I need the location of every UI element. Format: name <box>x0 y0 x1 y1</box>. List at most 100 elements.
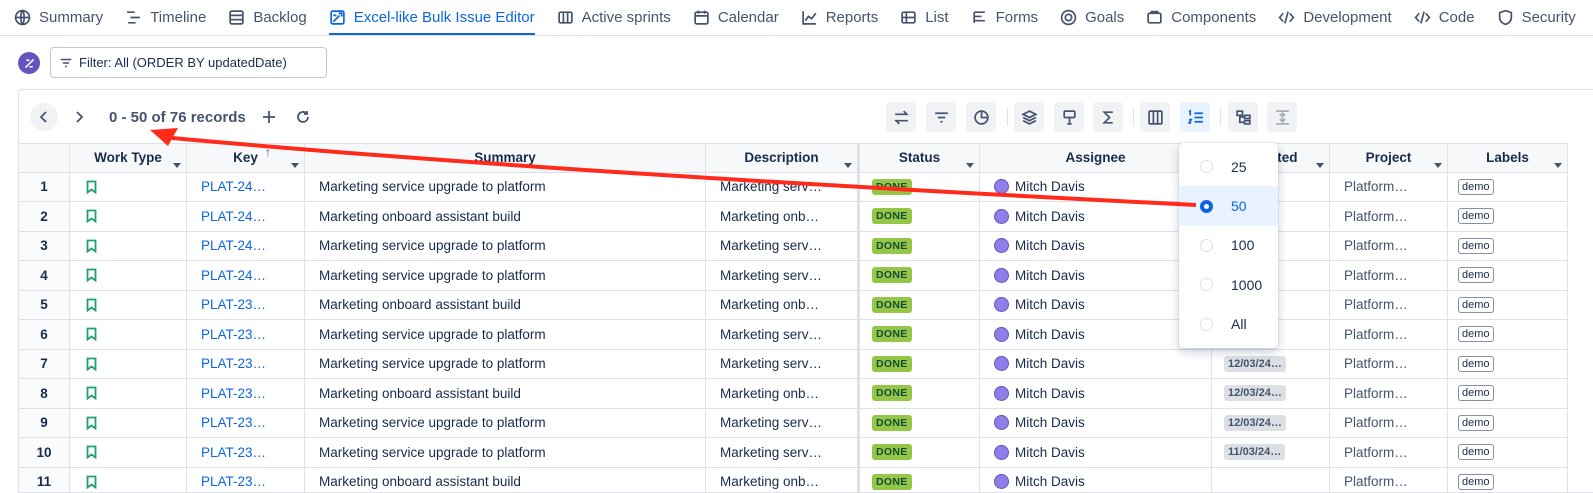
status-cell[interactable]: DONE <box>860 231 980 261</box>
issue-key-link[interactable]: PLAT-23… <box>187 408 305 438</box>
table-row[interactable]: 7 PLAT-23… Marketing service upgrade to pl… <box>19 349 1593 379</box>
status-cell[interactable]: DONE <box>860 320 980 350</box>
summary-cell[interactable]: Marketing onboard assistant build <box>305 290 706 320</box>
table-row[interactable]: 2 PLAT-24… Marketing onboard assistant bui… <box>19 202 1593 232</box>
summary-cell[interactable]: Marketing service upgrade to platform <box>305 438 706 468</box>
nav-code[interactable]: Code <box>1414 0 1475 35</box>
description-cell[interactable]: Marketing serv… <box>706 438 860 468</box>
labels-cell[interactable]: demo <box>1448 290 1568 320</box>
work-type-cell[interactable] <box>70 467 187 492</box>
radio-button[interactable] <box>1200 317 1213 331</box>
swap-button[interactable] <box>886 102 916 132</box>
description-cell[interactable]: Marketing serv… <box>706 320 860 350</box>
table-row[interactable]: 6 PLAT-23… Marketing service upgrade to pl… <box>19 320 1593 350</box>
table-row[interactable]: 1 PLAT-24… Marketing service upgrade to pl… <box>19 172 1593 202</box>
project-cell[interactable]: Platform… <box>1330 379 1448 409</box>
assignee-cell[interactable]: Mitch Davis <box>980 172 1212 202</box>
updated-cell[interactable]: 12/03/24… <box>1212 349 1330 379</box>
project-cell[interactable]: Platform… <box>1330 202 1448 232</box>
work-type-cell[interactable] <box>70 408 187 438</box>
work-type-cell[interactable] <box>70 290 187 320</box>
hierarchy-button[interactable] <box>1228 102 1258 132</box>
nav-development[interactable]: Development <box>1278 0 1392 35</box>
nav-timeline[interactable]: Timeline <box>125 0 206 35</box>
add-issue-button[interactable] <box>255 103 283 131</box>
prev-page-button[interactable] <box>30 103 58 131</box>
updated-cell[interactable]: 12/03/24… <box>1212 408 1330 438</box>
status-cell[interactable]: DONE <box>860 467 980 492</box>
nav-security[interactable]: Security <box>1497 0 1576 35</box>
labels-cell[interactable]: demo <box>1448 467 1568 492</box>
status-cell[interactable]: DONE <box>860 379 980 409</box>
nav-summary[interactable]: Summary <box>14 0 103 35</box>
description-cell[interactable]: Marketing serv… <box>706 408 860 438</box>
assignee-cell[interactable]: Mitch Davis <box>980 379 1212 409</box>
labels-cell[interactable]: demo <box>1448 202 1568 232</box>
table-row[interactable]: 3 PLAT-24… Marketing service upgrade to pl… <box>19 231 1593 261</box>
labels-cell[interactable]: demo <box>1448 172 1568 202</box>
filter-button[interactable] <box>926 102 956 132</box>
status-cell[interactable]: DONE <box>860 438 980 468</box>
issue-key-link[interactable]: PLAT-24… <box>187 261 305 291</box>
project-cell[interactable]: Platform… <box>1330 467 1448 492</box>
sort-ascending-icon[interactable]: ↑ <box>265 145 271 159</box>
description-cell[interactable]: Marketing serv… <box>706 172 860 202</box>
work-type-cell[interactable] <box>70 349 187 379</box>
project-cell[interactable]: Platform… <box>1330 290 1448 320</box>
nav-active-sprints[interactable]: Active sprints <box>557 0 671 35</box>
assignee-cell[interactable]: Mitch Davis <box>980 261 1212 291</box>
table-row[interactable]: 9 PLAT-23… Marketing service upgrade to pl… <box>19 408 1593 438</box>
page-size-option-1000[interactable]: 1000 <box>1179 265 1278 304</box>
description-cell[interactable]: Marketing onb… <box>706 467 860 492</box>
chevron-down-icon[interactable] <box>844 162 852 168</box>
table-row[interactable]: 11 PLAT-23… Marketing onboard assistant bu… <box>19 467 1593 492</box>
issue-key-link[interactable]: PLAT-24… <box>187 202 305 232</box>
next-page-button[interactable] <box>65 103 93 131</box>
radio-button[interactable] <box>1200 160 1213 174</box>
radio-button[interactable] <box>1200 199 1213 213</box>
status-cell[interactable]: DONE <box>860 172 980 202</box>
project-cell[interactable]: Platform… <box>1330 172 1448 202</box>
chart-button[interactable] <box>966 102 996 132</box>
work-type-cell[interactable] <box>70 261 187 291</box>
column-header-status[interactable]: Status <box>860 143 980 173</box>
column-header-key[interactable]: Key <box>187 143 305 173</box>
assignee-cell[interactable]: Mitch Davis <box>980 202 1212 232</box>
chevron-down-icon[interactable] <box>1316 162 1324 168</box>
page-size-option-all[interactable]: All <box>1179 305 1278 344</box>
summary-cell[interactable]: Marketing service upgrade to platform <box>305 261 706 291</box>
project-cell[interactable]: Platform… <box>1330 261 1448 291</box>
assignee-cell[interactable]: Mitch Davis <box>980 320 1212 350</box>
status-cell[interactable]: DONE <box>860 261 980 291</box>
description-cell[interactable]: Marketing serv… <box>706 231 860 261</box>
description-cell[interactable]: Marketing onb… <box>706 202 860 232</box>
table-row[interactable]: 10 PLAT-23… Marketing service upgrade to p… <box>19 438 1593 468</box>
work-type-cell[interactable] <box>70 320 187 350</box>
chevron-down-icon[interactable] <box>966 162 974 168</box>
nav-backlog[interactable]: Backlog <box>228 0 307 35</box>
issue-key-link[interactable]: PLAT-23… <box>187 320 305 350</box>
description-cell[interactable]: Marketing onb… <box>706 290 860 320</box>
nav-reports[interactable]: Reports <box>801 0 878 35</box>
summary-cell[interactable]: Marketing onboard assistant build <box>305 202 706 232</box>
summary-cell[interactable]: Marketing service upgrade to platform <box>305 349 706 379</box>
page-size-button[interactable] <box>1180 102 1210 132</box>
status-cell[interactable]: DONE <box>860 202 980 232</box>
layers-button[interactable] <box>1014 102 1044 132</box>
labels-cell[interactable]: demo <box>1448 408 1568 438</box>
labels-cell[interactable]: demo <box>1448 320 1568 350</box>
issue-key-link[interactable]: PLAT-23… <box>187 349 305 379</box>
labels-cell[interactable]: demo <box>1448 438 1568 468</box>
status-cell[interactable]: DONE <box>860 408 980 438</box>
assignee-cell[interactable]: Mitch Davis <box>980 467 1212 492</box>
assignee-cell[interactable]: Mitch Davis <box>980 231 1212 261</box>
description-cell[interactable]: Marketing serv… <box>706 261 860 291</box>
column-header-description[interactable]: Description <box>706 143 860 173</box>
project-cell[interactable]: Platform… <box>1330 349 1448 379</box>
issue-key-link[interactable]: PLAT-24… <box>187 231 305 261</box>
format-painter-button[interactable] <box>1054 102 1084 132</box>
table-row[interactable]: 5 PLAT-23… Marketing onboard assistant bui… <box>19 290 1593 320</box>
chevron-down-icon[interactable] <box>173 162 181 168</box>
column-header-project[interactable]: Project <box>1330 143 1448 173</box>
nav-calendar[interactable]: Calendar <box>693 0 779 35</box>
